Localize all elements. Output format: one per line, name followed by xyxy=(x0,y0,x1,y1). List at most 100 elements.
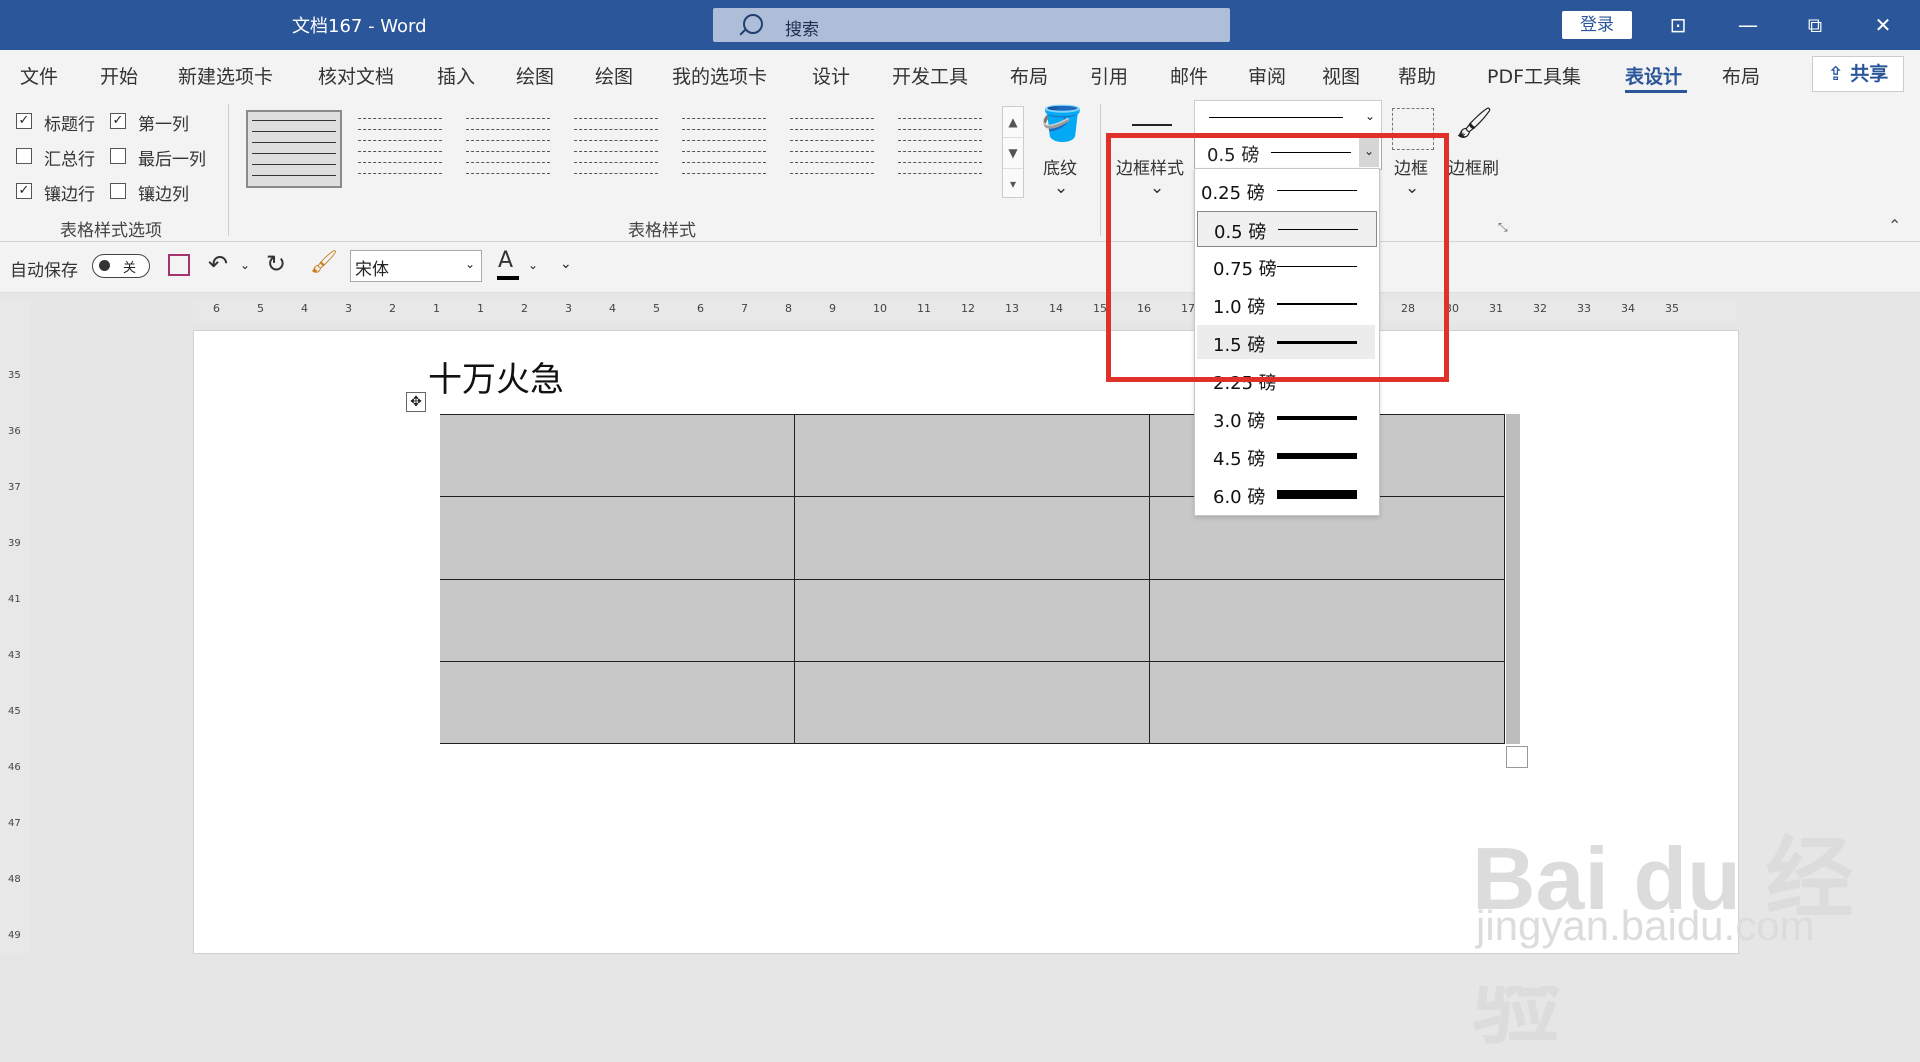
gallery-more-icon[interactable]: ▾ xyxy=(1003,169,1023,199)
border-style-preview-icon[interactable] xyxy=(1132,124,1172,126)
pen-weight-option[interactable]: 4.5 磅 xyxy=(1197,439,1375,473)
table-style-thumb-4[interactable] xyxy=(678,110,770,184)
annotation-highlight xyxy=(1106,133,1449,382)
table-cell[interactable] xyxy=(794,660,1150,745)
tab-2[interactable]: 新建选项卡 xyxy=(178,62,273,89)
font-selector[interactable]: 宋体 ⌄ xyxy=(350,250,482,282)
option-checkbox-3[interactable] xyxy=(110,148,126,164)
tab-0[interactable]: 文件 xyxy=(20,62,58,89)
option-checkbox-4[interactable]: ✓ xyxy=(16,183,32,199)
customize-qat-icon[interactable]: ⌄ xyxy=(560,256,572,272)
undo-dropdown-icon[interactable]: ⌄ xyxy=(240,258,250,272)
gallery-up-icon[interactable]: ▲ xyxy=(1003,107,1023,138)
gallery-scrollbar[interactable]: ▲ ▼ ▾ xyxy=(1002,106,1024,198)
font-color-icon[interactable]: A xyxy=(498,248,513,273)
option-label-5[interactable]: 镶边列 xyxy=(138,180,189,205)
table-style-thumb-2[interactable] xyxy=(462,110,554,184)
shading-dropdown-icon[interactable]: ⌄ xyxy=(1054,178,1068,198)
tab-7[interactable]: 我的选项卡 xyxy=(672,62,767,89)
table-cell[interactable] xyxy=(427,413,795,498)
table-cell[interactable] xyxy=(794,413,1150,498)
ruler-tick: 6 xyxy=(213,302,220,315)
border-style-line xyxy=(1209,117,1343,118)
format-painter-icon[interactable]: 🖌 xyxy=(310,250,338,275)
vertical-ruler[interactable]: 35 36 37 39 41 43 45 46 47 48 49 xyxy=(0,300,30,954)
tab-14[interactable]: 视图 xyxy=(1322,62,1360,89)
option-checkbox-2[interactable] xyxy=(16,148,32,164)
tab-1[interactable]: 开始 xyxy=(100,62,138,89)
tab-11[interactable]: 引用 xyxy=(1090,62,1128,89)
font-color-dropdown-icon[interactable]: ⌄ xyxy=(528,258,538,272)
option-checkbox-5[interactable] xyxy=(110,183,126,199)
option-label-0[interactable]: 标题行 xyxy=(44,110,95,135)
tab-6[interactable]: 绘图 xyxy=(595,62,633,89)
option-label-3[interactable]: 最后一列 xyxy=(138,145,206,170)
table-cell[interactable] xyxy=(1149,578,1505,662)
restore-button[interactable]: ⧉ xyxy=(1802,12,1828,38)
option-label-2[interactable]: 汇总行 xyxy=(44,145,95,170)
tab-18[interactable]: 布局 xyxy=(1722,62,1760,89)
collapse-ribbon-icon[interactable]: ⌃ xyxy=(1888,216,1901,235)
table-style-thumb-6[interactable] xyxy=(894,110,986,184)
table-style-thumb-5[interactable] xyxy=(786,110,878,184)
tab-5[interactable]: 绘图 xyxy=(516,62,554,89)
option-checkbox-0[interactable]: ✓ xyxy=(16,113,32,129)
redo-icon[interactable]: ↻ xyxy=(266,250,286,278)
table-style-thumb-1[interactable] xyxy=(354,110,446,184)
table-cell[interactable] xyxy=(427,660,795,745)
tab-10[interactable]: 布局 xyxy=(1010,62,1048,89)
tab-12[interactable]: 邮件 xyxy=(1170,62,1208,89)
tab-15[interactable]: 帮助 xyxy=(1398,62,1436,89)
table-move-handle-icon[interactable]: ✥ xyxy=(406,392,426,412)
tab-8[interactable]: 设计 xyxy=(812,62,850,89)
ruler-tick: 34 xyxy=(1621,302,1635,315)
search-box[interactable]: 搜索 xyxy=(713,8,1230,42)
table-selection-shade xyxy=(1506,414,1520,744)
share-label: 共享 xyxy=(1850,63,1889,85)
autosave-toggle[interactable]: 关 xyxy=(92,254,150,278)
undo-icon[interactable]: ↶ xyxy=(208,250,228,278)
tab-3[interactable]: 核对文档 xyxy=(318,62,394,89)
document-heading[interactable]: 十万火急 xyxy=(428,352,564,401)
option-checkbox-1[interactable]: ✓ xyxy=(110,113,126,129)
option-label-1[interactable]: 第一列 xyxy=(138,110,189,135)
ribbon-display-icon[interactable]: ⊡ xyxy=(1665,12,1691,38)
dialog-launcher-icon[interactable]: ⤡ xyxy=(1498,220,1508,235)
table-style-thumb-3[interactable] xyxy=(570,110,662,184)
table-cell[interactable] xyxy=(794,496,1150,580)
ruler-tick: 1 xyxy=(477,302,484,315)
tab-9[interactable]: 开发工具 xyxy=(892,62,968,89)
border-style-dropdown-icon[interactable]: ⌄ xyxy=(1365,109,1375,123)
table-cell[interactable] xyxy=(1149,660,1505,745)
tab-17[interactable]: 表设计 xyxy=(1625,62,1682,89)
table-cell[interactable] xyxy=(794,578,1150,662)
ruler-tick: 8 xyxy=(785,302,792,315)
shading-label[interactable]: 底纹 xyxy=(1043,154,1077,179)
gallery-down-icon[interactable]: ▼ xyxy=(1003,138,1023,169)
border-painter-label[interactable]: 边框刷 xyxy=(1448,154,1499,179)
close-button[interactable]: ✕ xyxy=(1870,12,1896,38)
tab-13[interactable]: 审阅 xyxy=(1248,62,1286,89)
ruler-tick: 45 xyxy=(8,706,21,717)
horizontal-ruler[interactable]: 6543211234567891011121314151617182026272… xyxy=(193,298,1737,322)
pen-weight-option[interactable]: 3.0 磅 xyxy=(1197,401,1375,435)
save-icon[interactable] xyxy=(168,254,190,276)
pen-weight-option[interactable]: 6.0 磅 xyxy=(1197,477,1375,511)
table-row xyxy=(427,660,1505,745)
minimize-button[interactable]: — xyxy=(1735,12,1761,38)
ruler-tick: 33 xyxy=(1577,302,1591,315)
table-cell[interactable] xyxy=(427,578,795,662)
table-cell[interactable] xyxy=(427,496,795,580)
border-painter-icon[interactable]: 🖌 xyxy=(1455,106,1495,146)
ruler-tick: 7 xyxy=(741,302,748,315)
table-resize-handle[interactable] xyxy=(1506,746,1528,768)
option-label-4[interactable]: 镶边行 xyxy=(44,180,95,205)
login-button[interactable]: 登录 xyxy=(1562,11,1632,39)
group-separator xyxy=(1100,104,1101,236)
ruler-tick: 39 xyxy=(8,538,21,549)
tab-4[interactable]: 插入 xyxy=(437,62,475,89)
share-button[interactable]: ⇪ 共享 xyxy=(1812,56,1904,92)
tab-16[interactable]: PDF工具集 xyxy=(1487,62,1581,89)
shading-icon[interactable]: 🪣 xyxy=(1040,104,1084,148)
table-style-thumb-0[interactable] xyxy=(246,110,342,188)
